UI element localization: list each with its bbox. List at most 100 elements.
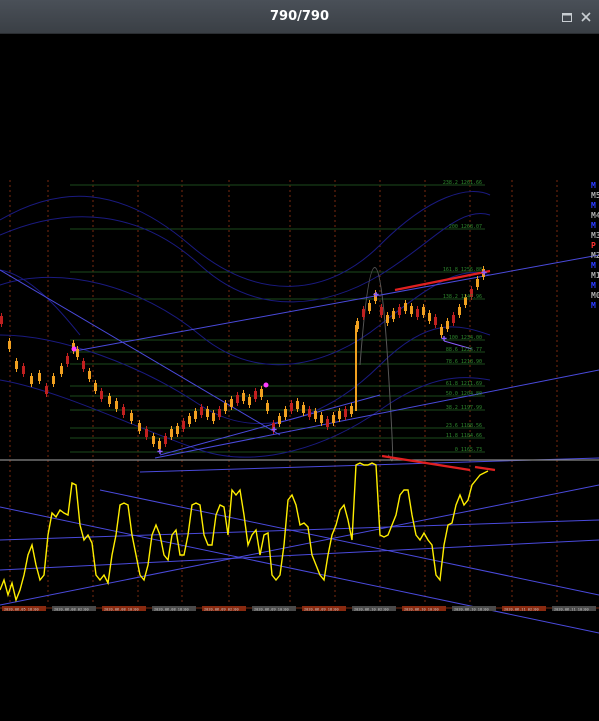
candle-body <box>326 419 329 427</box>
trendline <box>99 489 599 596</box>
swing-marker: ✚ <box>441 333 447 344</box>
swing-marker <box>263 382 269 388</box>
candle-body <box>386 315 389 323</box>
right-label: M5 <box>591 191 599 200</box>
axis-tick-label: 2020.06.10 18:00 <box>454 608 489 612</box>
axis-tick-label: 2020.06.09 10:00 <box>254 608 289 612</box>
right-label: M <box>591 181 596 190</box>
candle-body <box>218 409 221 417</box>
candle-body <box>30 376 33 384</box>
candle-body <box>266 403 269 411</box>
candle-body <box>60 366 63 374</box>
candle-body <box>164 436 167 444</box>
window-titlebar[interactable]: 790/790 <box>0 0 599 34</box>
candle-body <box>194 411 197 419</box>
fib-label: 61.8 1211.69 <box>446 381 482 387</box>
swing-marker <box>71 346 77 352</box>
trendline <box>74 254 599 352</box>
candle-body <box>182 421 185 429</box>
candle-body <box>314 411 317 419</box>
candle-body <box>344 409 347 417</box>
fib-label: 50.0 1204.80 <box>446 391 482 397</box>
right-label: M2 <box>591 251 599 260</box>
close-icon[interactable] <box>580 11 592 23</box>
candle-body <box>115 401 118 409</box>
candle-body <box>458 307 461 315</box>
candle-body <box>410 306 413 314</box>
right-label: M <box>591 281 596 290</box>
fib-label: 100 1234.00 <box>449 335 482 341</box>
candle-body <box>452 315 455 323</box>
candle-body <box>380 307 383 315</box>
swing-marker: ✚ <box>373 289 379 300</box>
right-label: M4 <box>591 211 599 220</box>
candle-body <box>45 386 48 394</box>
maximize-icon[interactable] <box>561 11 573 23</box>
right-label: M <box>591 301 596 310</box>
candle-body <box>308 409 311 417</box>
candle-body <box>416 309 419 317</box>
candle-body <box>22 366 25 374</box>
candle-body <box>38 373 41 381</box>
candle-body <box>212 413 215 421</box>
candle-body <box>88 371 91 379</box>
candle-body <box>446 321 449 329</box>
axis-tick-label: 2020.06.10 10:00 <box>404 608 439 612</box>
candle-body <box>242 393 245 401</box>
right-label: M1 <box>591 271 599 280</box>
divergence-lines <box>381 269 496 472</box>
right-label: M <box>591 201 596 210</box>
candle-body <box>392 311 395 319</box>
candle-body <box>398 307 401 315</box>
right-label: M <box>591 221 596 230</box>
candle-body <box>320 415 323 423</box>
candle-body <box>145 429 148 437</box>
right-labels: MM5MM4MM3PM2MM1MM0M <box>591 181 599 310</box>
candle-body <box>82 361 85 369</box>
axis-tick-label: 2020.06.09 02:00 <box>204 608 239 612</box>
candle-body <box>52 376 55 384</box>
candle-body <box>290 403 293 411</box>
axis-tick-label: 2020.06.09 18:00 <box>304 608 339 612</box>
candle-body <box>170 429 173 437</box>
divergence-line <box>474 465 496 472</box>
candle-body <box>122 407 125 415</box>
candle-body <box>0 316 3 324</box>
candle-body <box>15 361 18 369</box>
candle-body <box>434 317 437 325</box>
right-label: M3 <box>591 231 599 240</box>
axis-tick-label: 2020.06.08 02:00 <box>54 608 89 612</box>
candle-body <box>248 397 251 405</box>
candle-body <box>284 409 287 417</box>
candle-body <box>278 416 281 424</box>
fib-label: 78.6 1218.90 <box>446 359 482 365</box>
fib-label: 88.6 1226.77 <box>446 347 482 353</box>
candle-body <box>350 406 353 414</box>
candle-body <box>362 309 365 317</box>
swing-marker: ✚ <box>271 424 277 435</box>
candle-body <box>236 395 239 403</box>
candle-body <box>94 383 97 391</box>
fib-label: 0 1165.73 <box>455 447 482 453</box>
band-curve <box>0 269 81 336</box>
candle-body <box>100 391 103 399</box>
axis-tick-label: 2020.06.08 10:00 <box>104 608 139 612</box>
chart-area[interactable]: ✚ ✚ ✚ ✚ ✚ 238.2 1261.66 200 1268.07 161.8 1256… <box>0 35 599 717</box>
candle-body <box>476 279 479 287</box>
candle-body <box>230 399 233 407</box>
candle-body <box>296 401 299 409</box>
fib-label: 11.8 1184.66 <box>446 433 482 439</box>
candle-body <box>224 403 227 411</box>
candle-body <box>422 307 425 315</box>
candle-body <box>404 303 407 311</box>
price-chart[interactable]: ✚✚✚✚✚ 238.2 1261.66200 1268.07161.8 1256… <box>0 35 599 717</box>
candle-body <box>368 303 371 311</box>
right-label: M <box>591 261 596 270</box>
fib-label: 238.2 1261.66 <box>443 180 482 186</box>
candle-body <box>428 313 431 321</box>
fib-label: 138.2 1247.96 <box>443 294 482 300</box>
right-label: P <box>591 241 596 250</box>
candle-body <box>206 409 209 417</box>
swing-marker: ✚ <box>157 446 163 457</box>
fib-labels: 238.2 1261.66 200 1268.07 161.8 1256.88 138… <box>443 180 482 453</box>
